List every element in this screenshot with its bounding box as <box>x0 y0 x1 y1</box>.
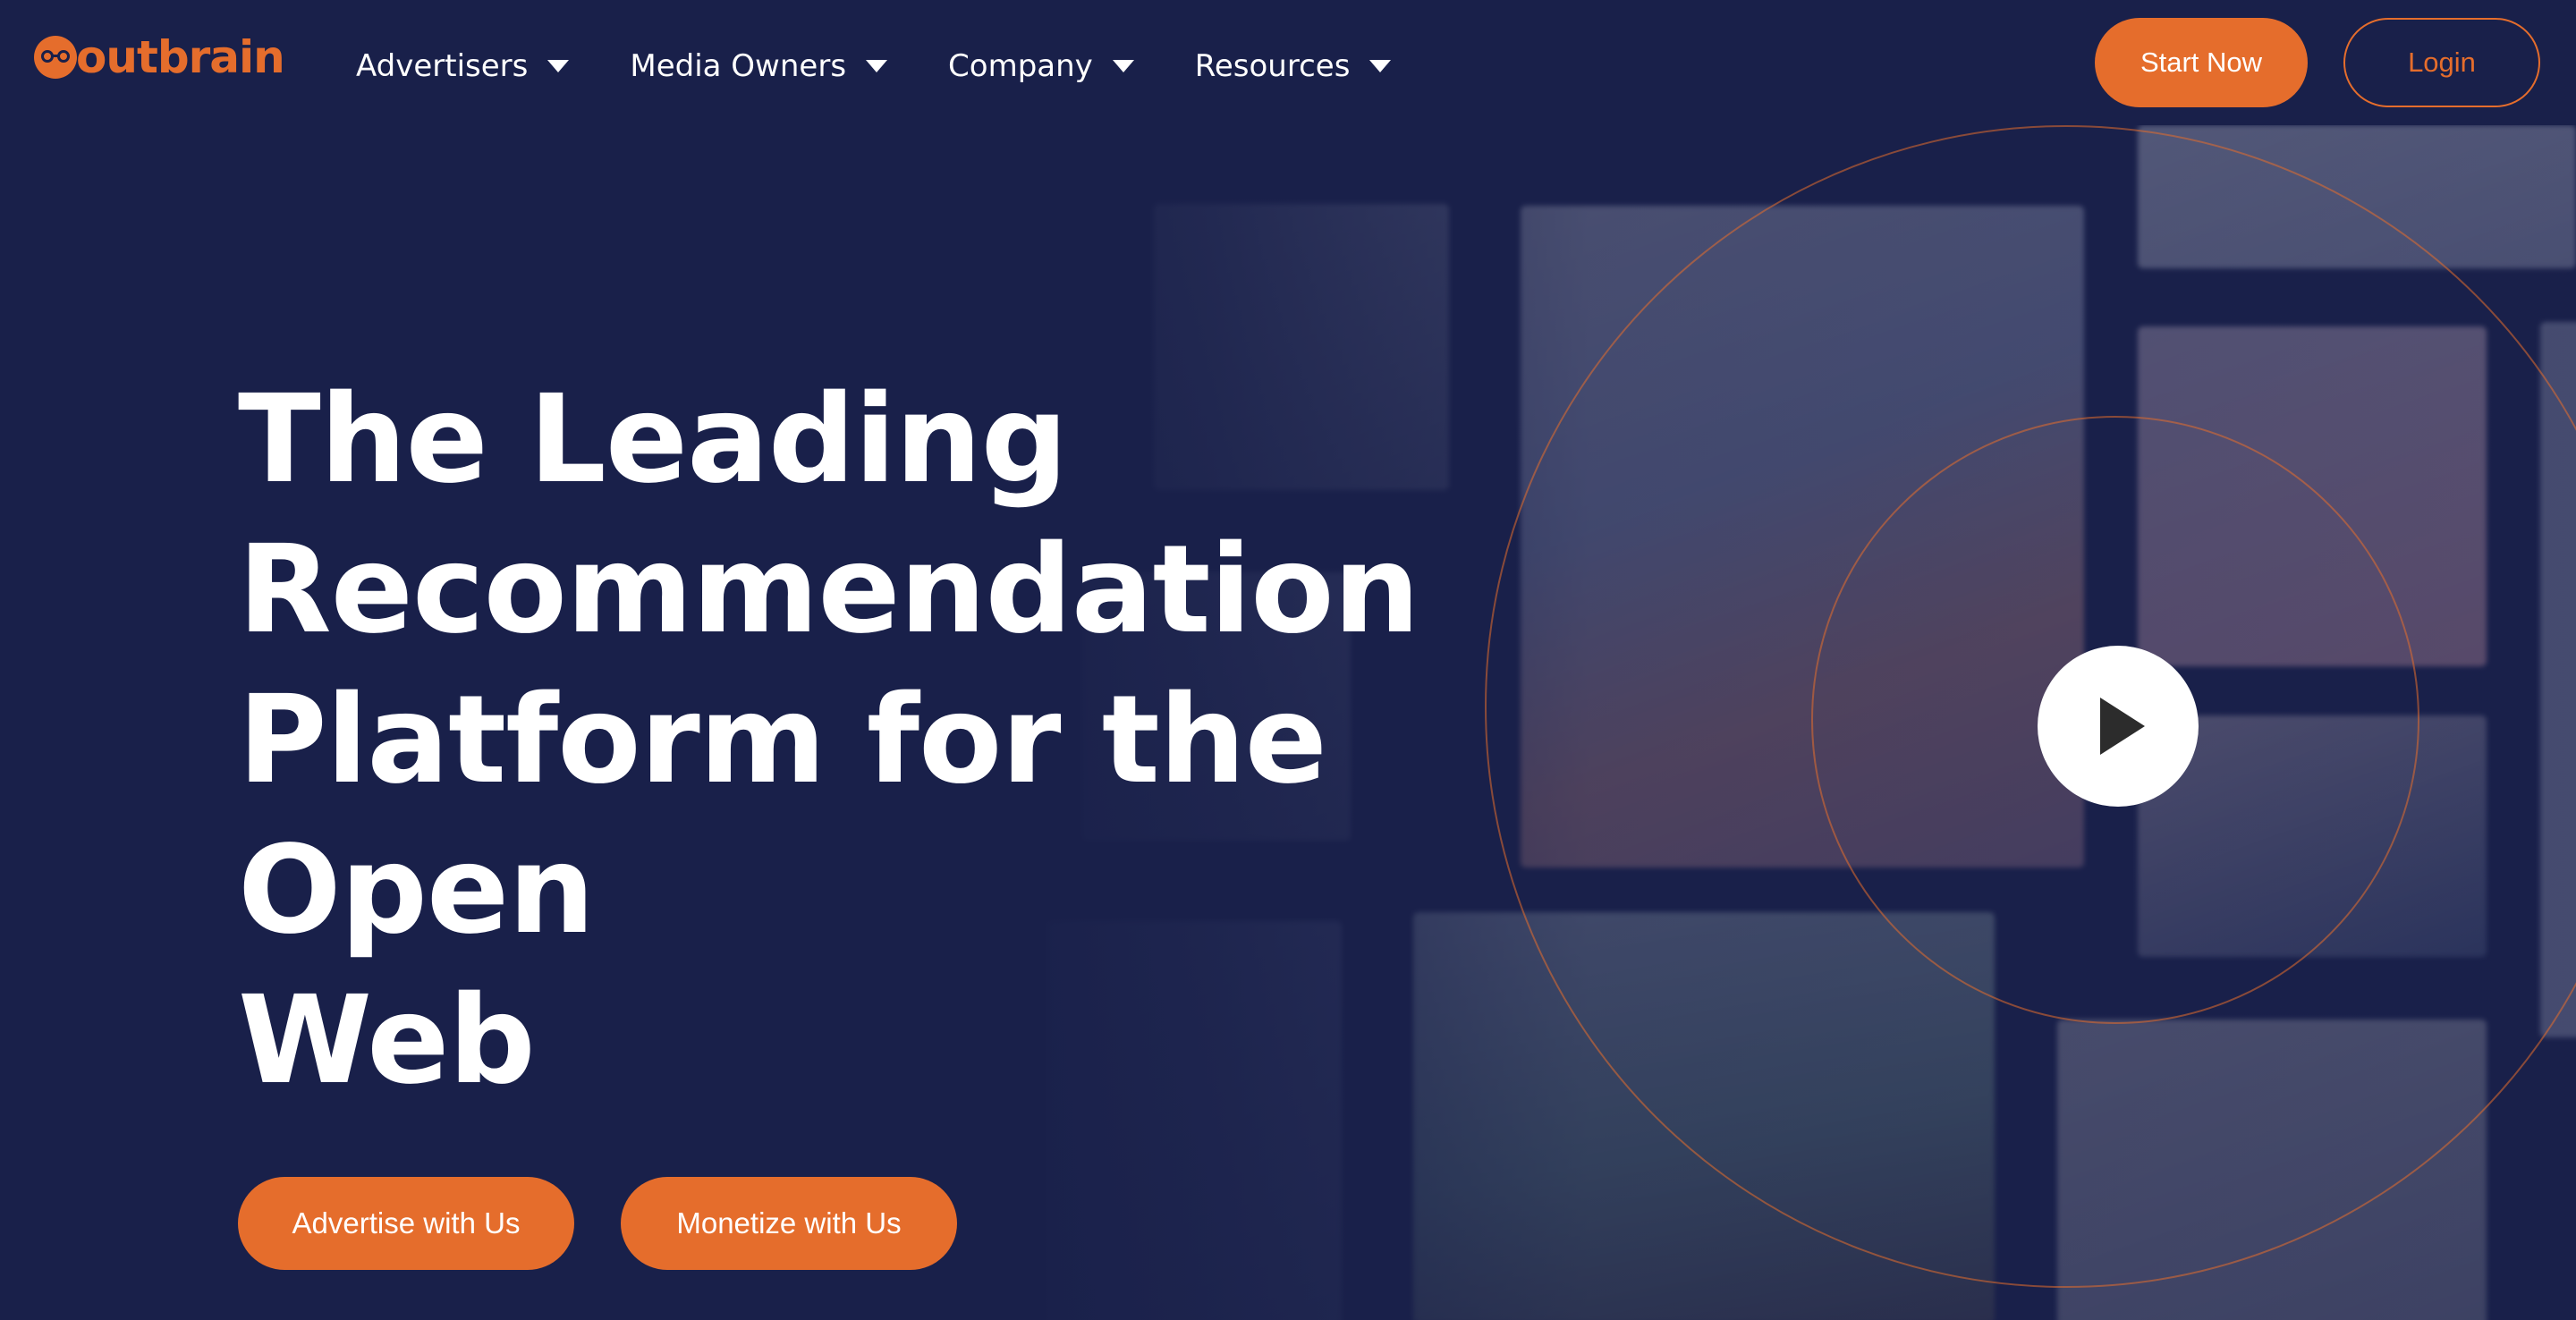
play-video-button[interactable] <box>2038 646 2199 807</box>
headline-line: Recommendation <box>238 520 1420 661</box>
headline-line: Web <box>238 970 536 1112</box>
headline-line: Platform for the Open <box>238 670 1327 961</box>
menu-item-advertisers[interactable]: Advertisers <box>356 41 570 91</box>
chevron-down-icon <box>1369 60 1392 72</box>
monetize-with-us-button[interactable]: Monetize with Us <box>621 1177 957 1270</box>
chevron-down-icon <box>866 60 888 72</box>
chevron-down-icon <box>1112 60 1134 72</box>
start-now-button[interactable]: Start Now <box>2095 18 2308 107</box>
login-button[interactable]: Login <box>2343 18 2540 107</box>
advertise-with-us-button[interactable]: Advertise with Us <box>238 1177 574 1270</box>
menu-item-resources[interactable]: Resources <box>1195 41 1392 91</box>
chevron-down-icon <box>547 60 570 72</box>
logo-wordmark: outbrain <box>76 31 285 83</box>
menu-item-label: Media Owners <box>630 48 847 84</box>
menu-item-label: Company <box>948 48 1093 84</box>
headline-line: The Leading <box>238 369 1068 511</box>
top-nav: outbrain Advertisers Media Owners Compan… <box>0 0 2576 125</box>
outbrain-logo[interactable]: outbrain <box>34 31 285 83</box>
menu-item-company[interactable]: Company <box>948 41 1134 91</box>
main-menu: Advertisers Media Owners Company Resourc… <box>356 41 1452 91</box>
menu-item-media-owners[interactable]: Media Owners <box>630 41 888 91</box>
menu-item-label: Resources <box>1194 48 1351 84</box>
logo-glasses-icon <box>34 36 77 79</box>
hero-headline: The Leading Recommendation Platform for … <box>238 365 1633 1116</box>
play-icon <box>2100 698 2145 755</box>
menu-item-label: Advertisers <box>356 48 529 84</box>
